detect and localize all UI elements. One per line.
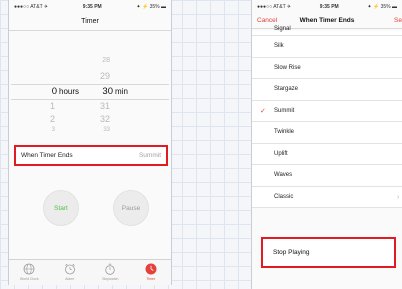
sound-label: Uplift	[274, 150, 288, 157]
battery-indicator: ✦ ⚡ 35% ▬	[367, 3, 397, 10]
tab-label: Alarm	[65, 277, 75, 281]
sound-item-twinkle[interactable]: Twinkle	[252, 122, 402, 144]
sound-item-slow-rise[interactable]: Slow Rise	[252, 58, 402, 79]
tab-label: Stopwatch	[102, 277, 119, 281]
globe-icon	[23, 263, 35, 275]
stop-playing-option[interactable]: Stop Playing	[261, 237, 396, 268]
timer-screen: ●●●○○ AT&T ✈ 9:35 PM ✦ ⚡ 35% ▬ Timer 0 h…	[8, 0, 172, 285]
sound-label: Summit	[274, 107, 295, 114]
sound-item-waves[interactable]: Waves	[252, 165, 402, 187]
sound-label: Silk	[274, 43, 284, 49]
carrier-indicator: ●●●○○ AT&T ✈	[257, 3, 292, 10]
start-button[interactable]: Start	[43, 190, 79, 226]
status-bar: ●●●○○ AT&T ✈ 9:35 PM ✦ ⚡ 35% ▬	[9, 0, 171, 13]
status-time: 9:35 PM	[319, 3, 339, 10]
status-time: 9:35 PM	[82, 3, 102, 10]
page-title: Timer	[9, 13, 171, 31]
pause-button[interactable]: Pause	[113, 190, 149, 226]
sound-label: Classic	[274, 193, 294, 200]
minutes-option[interactable]: 29	[94, 71, 110, 81]
tab-label: Timer	[146, 277, 156, 281]
when-timer-ends-label: When Timer Ends	[21, 152, 73, 159]
tab-alarm[interactable]: Alarm	[53, 263, 87, 281]
sound-label: Twinkle	[274, 129, 295, 135]
hours-unit-label: hours	[59, 87, 80, 96]
sound-item-stargaze[interactable]: Stargaze	[252, 79, 402, 101]
sound-item-classic[interactable]: Classic ›	[252, 187, 402, 208]
when-timer-ends-value: Summit	[138, 152, 161, 159]
hours-option[interactable]: 2	[39, 114, 55, 124]
minutes-selected[interactable]: 30	[97, 86, 113, 97]
timer-icon	[145, 263, 157, 275]
checkmark-icon: ✓	[260, 107, 266, 115]
battery-indicator: ✦ ⚡ 35% ▬	[136, 3, 166, 10]
sound-label: Signal	[274, 26, 291, 32]
tab-label: World Clock	[19, 277, 39, 281]
tab-bar: World Clock Alarm Stopwatch Timer	[9, 259, 171, 285]
sound-label: Stargaze	[274, 86, 299, 92]
minutes-unit-label: min	[115, 87, 128, 96]
tab-timer[interactable]: Timer	[134, 263, 168, 281]
sound-label: Slow Rise	[274, 64, 301, 71]
minutes-option[interactable]: 28	[94, 57, 110, 64]
hours-option[interactable]: 3	[39, 127, 55, 133]
alarm-clock-icon	[64, 263, 75, 275]
carrier-indicator: ●●●○○ AT&T ✈	[14, 3, 49, 10]
stopwatch-icon	[105, 263, 115, 275]
minutes-option[interactable]: 33	[94, 127, 110, 133]
sound-item-summit[interactable]: ✓ Summit	[252, 101, 402, 122]
tab-world-clock[interactable]: World Clock	[12, 263, 46, 281]
hours-selected[interactable]: 0	[41, 86, 57, 97]
status-bar: ●●●○○ AT&T ✈ 9:35 PM ✦ ⚡ 35% ▬	[252, 0, 402, 13]
picker-selection-line	[11, 99, 169, 100]
minutes-option[interactable]: 31	[94, 101, 110, 111]
sound-label: Waves	[274, 172, 293, 178]
minutes-option[interactable]: 32	[94, 114, 110, 124]
hours-option[interactable]: 1	[39, 101, 55, 111]
when-timer-ends-screen: ●●●○○ AT&T ✈ 9:35 PM ✦ ⚡ 35% ▬ Cancel Wh…	[251, 0, 402, 289]
chevron-right-icon: ›	[397, 193, 400, 201]
sound-item-silk[interactable]: Silk	[252, 36, 402, 58]
when-timer-ends-row[interactable]: When Timer Ends Summit	[14, 145, 168, 166]
sound-list: Signal Silk Slow Rise Stargaze ✓ Summit …	[252, 26, 402, 208]
sound-item-uplift[interactable]: Uplift	[252, 144, 402, 165]
sound-item-signal[interactable]: Signal	[252, 23, 402, 36]
picker-selection-line	[11, 84, 169, 85]
tab-stopwatch[interactable]: Stopwatch	[93, 263, 127, 281]
duration-picker[interactable]: 0 hours 1 2 3 28 29 30 min 31 32 33	[9, 31, 171, 139]
